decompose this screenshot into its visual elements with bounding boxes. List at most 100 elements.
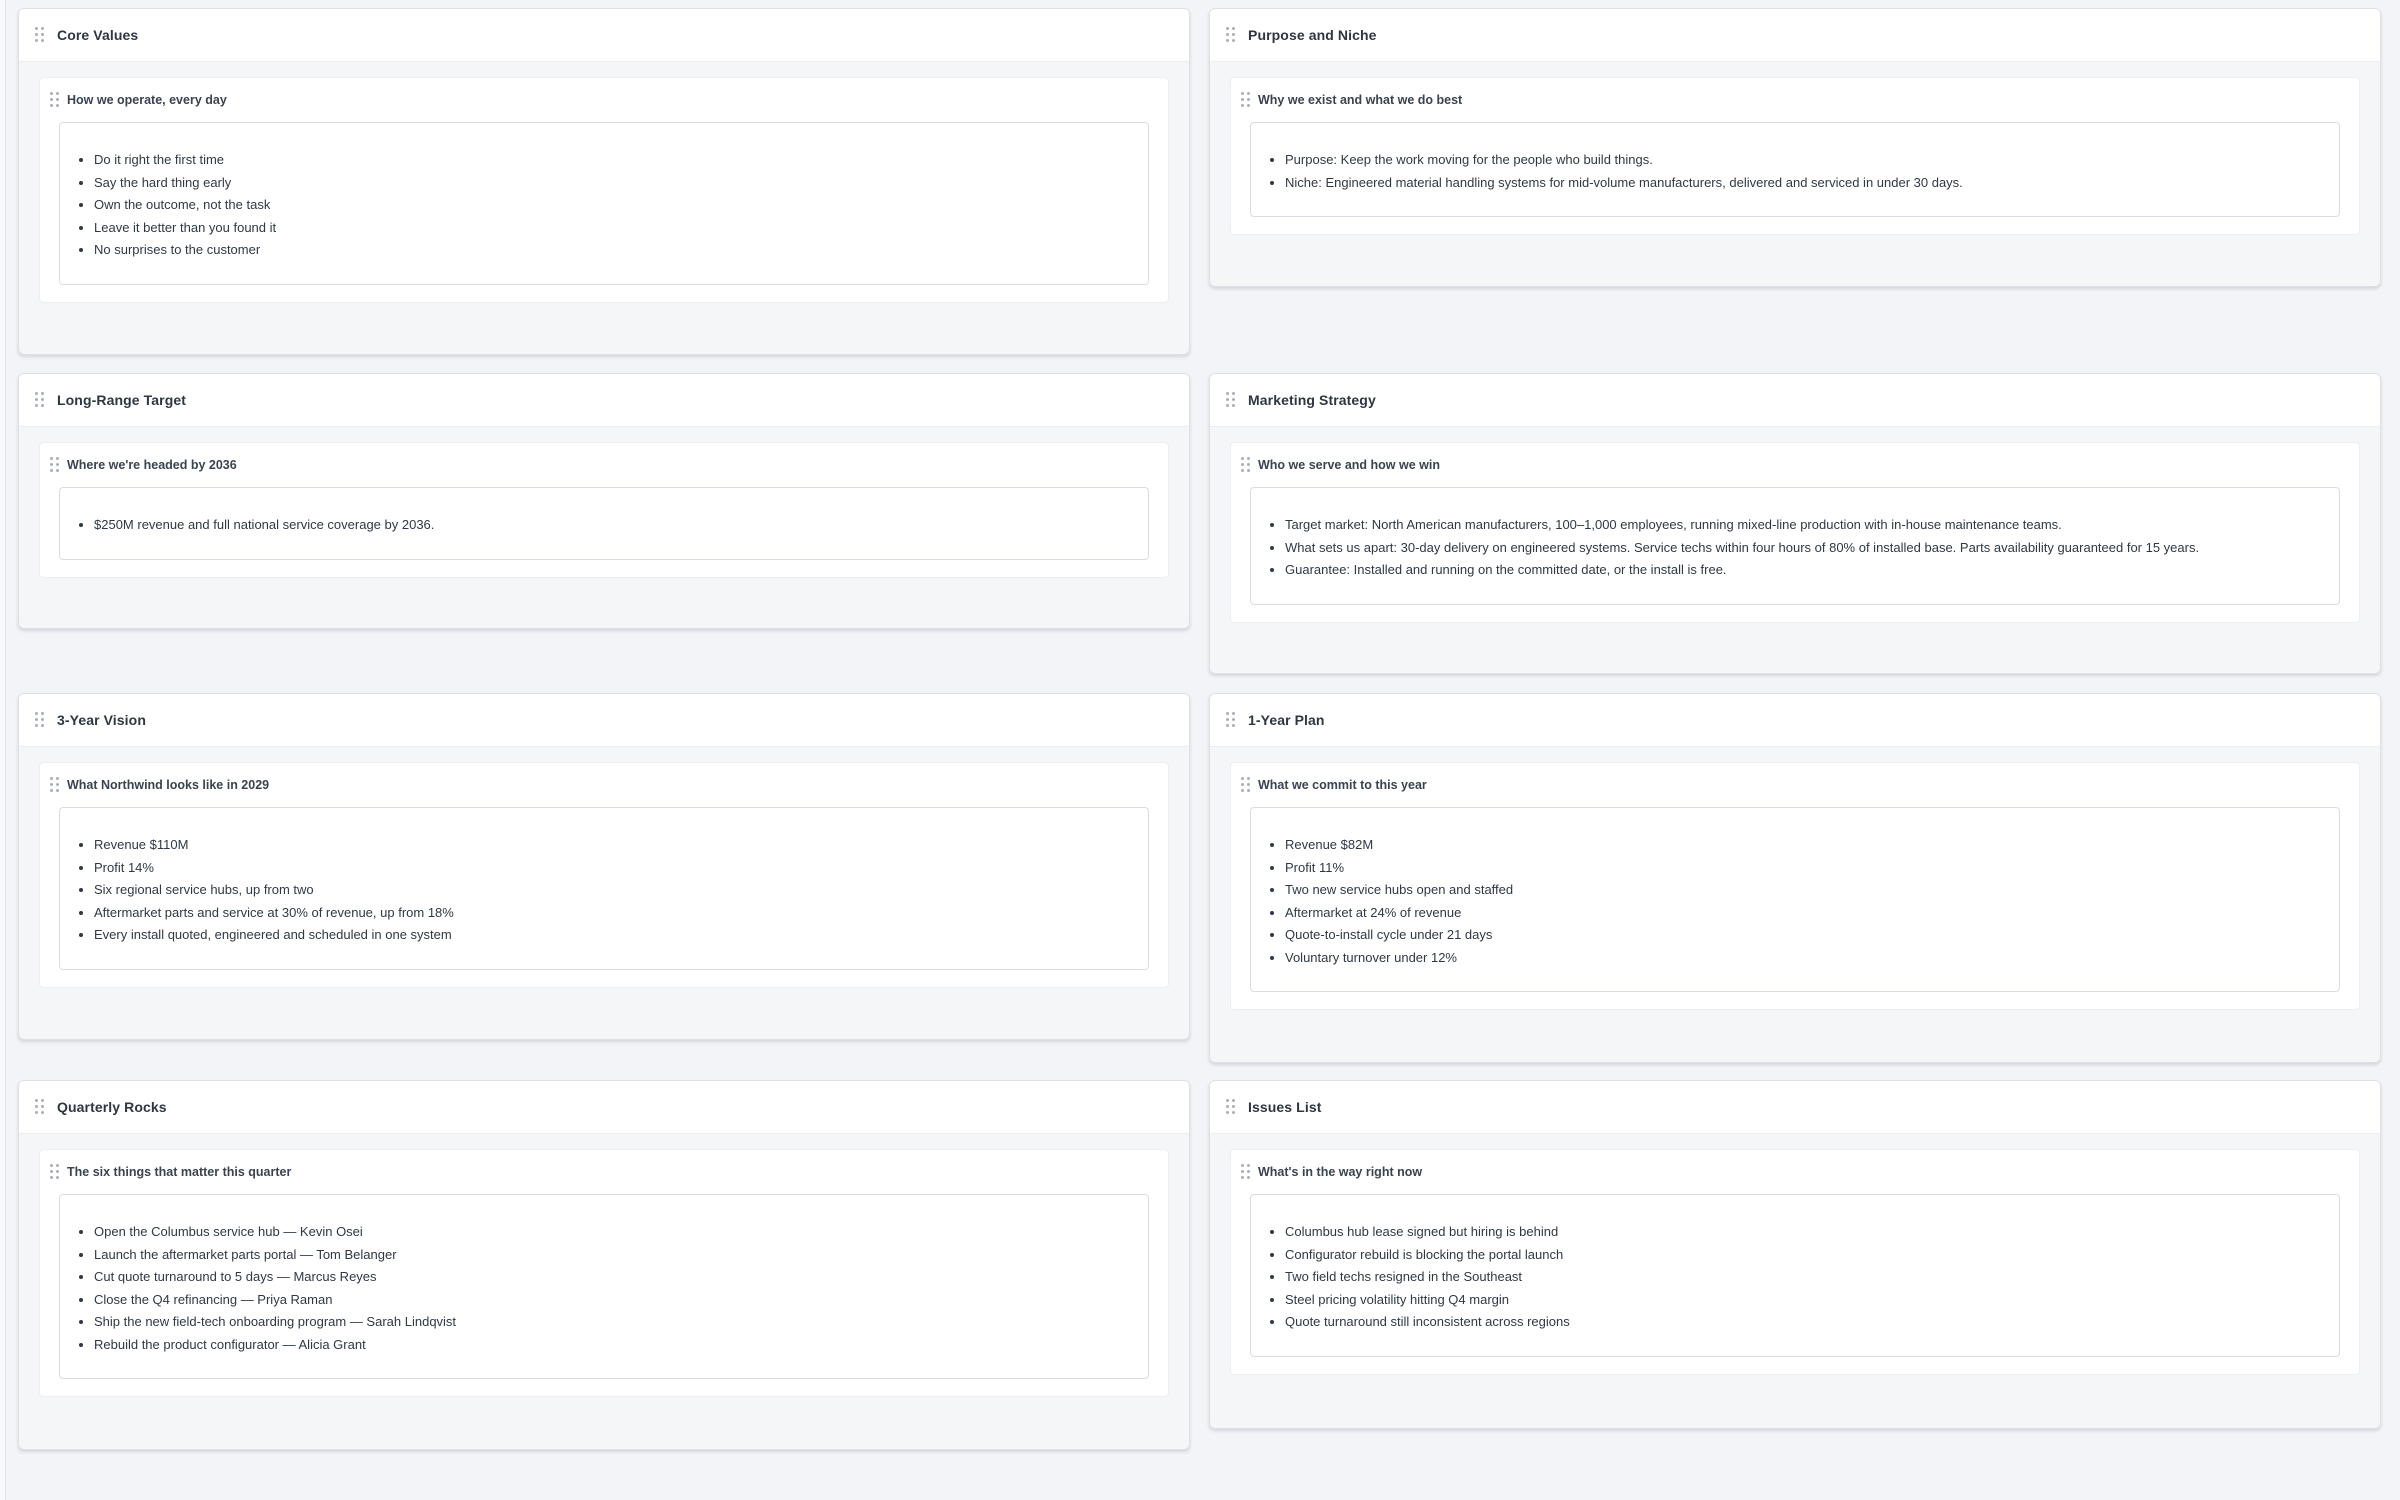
panel-header: Quarterly Rocks [19,1081,1189,1134]
drag-handle-icon[interactable] [35,392,45,408]
list-item: Quote turnaround still inconsistent acro… [1285,1311,2339,1334]
section-purpose-niche: Why we exist and what we do best Purpose… [1230,77,2360,235]
drag-handle-icon[interactable] [1241,777,1251,793]
section-title: What we commit to this year [1258,778,1427,792]
panel-quarterly-rocks: Quarterly Rocks The six things that matt… [18,1080,1190,1450]
section-title: Why we exist and what we do best [1258,93,1463,107]
list-item: Close the Q4 refinancing — Priya Raman [94,1289,1148,1312]
list-item: Rebuild the product configurator — Alici… [94,1334,1148,1357]
content-editor[interactable]: Columbus hub lease signed but hiring is … [1250,1194,2340,1357]
list-item: Revenue $110M [94,834,1148,857]
list-item: What sets us apart: 30-day delivery on e… [1285,537,2339,560]
content-editor[interactable]: Revenue $82MProfit 11%Two new service hu… [1250,807,2340,992]
section-marketing: Who we serve and how we win Target marke… [1230,442,2360,623]
panel-header: Purpose and Niche [1210,9,2380,62]
section-header: What's in the way right now [1231,1150,2359,1194]
list-item: Leave it better than you found it [94,217,1148,240]
list-item: Ship the new field-tech onboarding progr… [94,1311,1148,1334]
drag-handle-icon[interactable] [50,1164,60,1180]
content-editor[interactable]: Do it right the first timeSay the hard t… [59,122,1149,285]
drag-handle-icon[interactable] [1241,92,1251,108]
content-editor[interactable]: Purpose: Keep the work moving for the pe… [1250,122,2340,217]
content-editor[interactable]: Target market: North American manufactur… [1250,487,2340,605]
panel-title: Marketing Strategy [1248,392,1376,408]
section-header: The six things that matter this quarter [40,1150,1168,1194]
list-item: Quote-to-install cycle under 21 days [1285,924,2339,947]
panel-title: Core Values [57,27,139,43]
drag-handle-icon[interactable] [1226,392,1236,408]
list-item: Cut quote turnaround to 5 days — Marcus … [94,1266,1148,1289]
panel-header: Core Values [19,9,1189,62]
drag-handle-icon[interactable] [1226,712,1236,728]
section-title: Who we serve and how we win [1258,458,1440,472]
list-item: Every install quoted, engineered and sch… [94,924,1148,947]
panel-title: Quarterly Rocks [57,1099,167,1115]
list-item: $250M revenue and full national service … [94,514,1148,537]
drag-handle-icon[interactable] [50,457,60,473]
section-header: What Northwind looks like in 2029 [40,763,1168,807]
panel-header: Marketing Strategy [1210,374,2380,427]
section-long-range: Where we're headed by 2036 $250M revenue… [39,442,1169,578]
list-item: Configurator rebuild is blocking the por… [1285,1244,2339,1267]
list-item: No surprises to the customer [94,239,1148,262]
list-item: Niche: Engineered material handling syst… [1285,172,2339,195]
section-issues: What's in the way right now Columbus hub… [1230,1149,2360,1375]
drag-handle-icon[interactable] [35,27,45,43]
section-3-year-vision: What Northwind looks like in 2029 Revenu… [39,762,1169,988]
list-item: Two new service hubs open and staffed [1285,879,2339,902]
list-item: Aftermarket at 24% of revenue [1285,902,2339,925]
drag-handle-icon[interactable] [1241,1164,1251,1180]
vto-board: Core Values How we operate, every day Do… [18,8,2382,1498]
bullet-list: Revenue $110MProfit 14%Six regional serv… [60,834,1148,947]
panel-title: Issues List [1248,1099,1322,1115]
content-editor[interactable]: Revenue $110MProfit 14%Six regional serv… [59,807,1149,970]
panel-purpose-and-niche: Purpose and Niche Why we exist and what … [1209,8,2381,287]
panel-1-year-plan: 1-Year Plan What we commit to this year … [1209,693,2381,1063]
section-header: Why we exist and what we do best [1231,78,2359,122]
list-item: Profit 11% [1285,857,2339,880]
list-item: Six regional service hubs, up from two [94,879,1148,902]
section-title: How we operate, every day [67,93,227,107]
panel-3-year-vision: 3-Year Vision What Northwind looks like … [18,693,1190,1040]
list-item: Revenue $82M [1285,834,2339,857]
list-item: Guarantee: Installed and running on the … [1285,559,2339,582]
content-editor[interactable]: Open the Columbus service hub — Kevin Os… [59,1194,1149,1379]
drag-handle-icon[interactable] [1241,457,1251,473]
list-item: Voluntary turnover under 12% [1285,947,2339,970]
section-header: What we commit to this year [1231,763,2359,807]
bullet-list: $250M revenue and full national service … [60,514,1148,537]
panel-core-values: Core Values How we operate, every day Do… [18,8,1190,355]
list-item: Two field techs resigned in the Southeas… [1285,1266,2339,1289]
drag-handle-icon[interactable] [1226,1099,1236,1115]
bullet-list: Open the Columbus service hub — Kevin Os… [60,1221,1148,1356]
list-item: Steel pricing volatility hitting Q4 marg… [1285,1289,2339,1312]
panel-title: Long-Range Target [57,392,186,408]
section-title: Where we're headed by 2036 [67,458,237,472]
drag-handle-icon[interactable] [35,1099,45,1115]
drag-handle-icon[interactable] [1226,27,1236,43]
section-title: What Northwind looks like in 2029 [67,778,270,792]
content-editor[interactable]: $250M revenue and full national service … [59,487,1149,560]
section-quarterly-rocks: The six things that matter this quarter … [39,1149,1169,1397]
panel-header: 3-Year Vision [19,694,1189,747]
panel-marketing-strategy: Marketing Strategy Who we serve and how … [1209,373,2381,674]
bullet-list: Purpose: Keep the work moving for the pe… [1251,149,2339,194]
list-item: Launch the aftermarket parts portal — To… [94,1244,1148,1267]
section-title: What's in the way right now [1258,1165,1423,1179]
drag-handle-icon[interactable] [50,777,60,793]
list-item: Columbus hub lease signed but hiring is … [1285,1221,2339,1244]
left-edge-strip [0,0,6,1500]
drag-handle-icon[interactable] [50,92,60,108]
panel-header: Issues List [1210,1081,2380,1134]
section-header: Where we're headed by 2036 [40,443,1168,487]
section-header: Who we serve and how we win [1231,443,2359,487]
list-item: Open the Columbus service hub — Kevin Os… [94,1221,1148,1244]
list-item: Purpose: Keep the work moving for the pe… [1285,149,2339,172]
panel-title: 3-Year Vision [57,712,146,728]
drag-handle-icon[interactable] [35,712,45,728]
bullet-list: Revenue $82MProfit 11%Two new service hu… [1251,834,2339,969]
panel-long-range-target: Long-Range Target Where we're headed by … [18,373,1190,629]
list-item: Own the outcome, not the task [94,194,1148,217]
bullet-list: Target market: North American manufactur… [1251,514,2339,582]
section-title: The six things that matter this quarter [67,1165,292,1179]
